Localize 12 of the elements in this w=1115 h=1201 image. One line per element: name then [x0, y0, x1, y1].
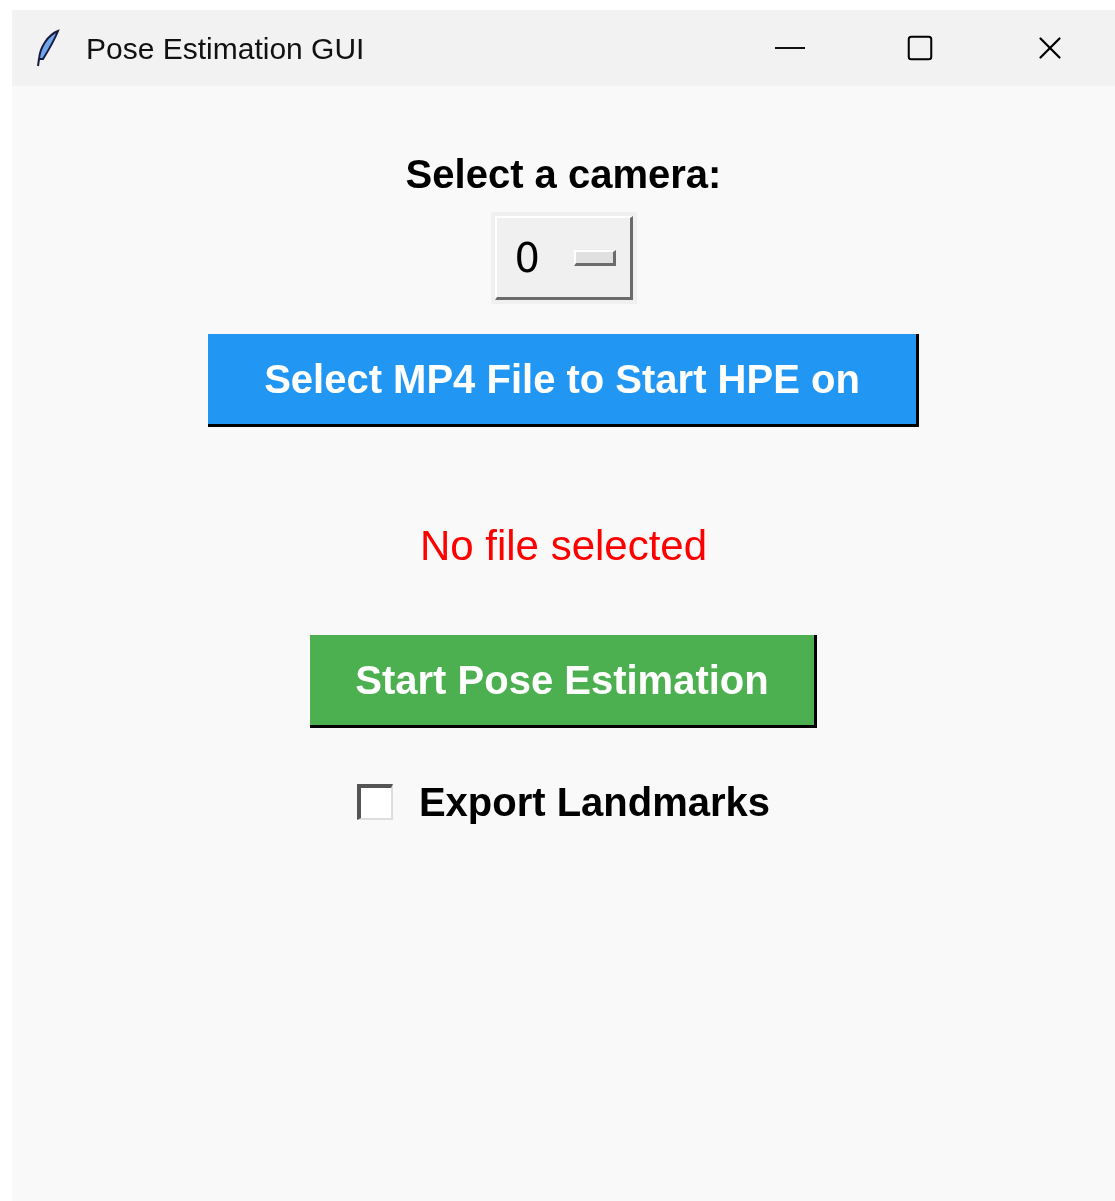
start-button[interactable]: Start Pose Estimation [310, 635, 817, 728]
maximize-icon [905, 33, 935, 63]
minimize-icon [775, 47, 805, 49]
export-landmarks-label: Export Landmarks [418, 779, 771, 826]
select-file-button[interactable]: Select MP4 File to Start HPE on [208, 334, 919, 427]
camera-label: Select a camera: [405, 154, 722, 194]
camera-dropdown[interactable]: 0 [494, 216, 633, 300]
dropdown-indicator-icon [573, 249, 616, 266]
file-status-text: No file selected [419, 525, 708, 567]
feather-icon [34, 29, 62, 67]
window-title: Pose Estimation GUI [86, 30, 365, 67]
export-checkbox[interactable] [356, 784, 393, 820]
